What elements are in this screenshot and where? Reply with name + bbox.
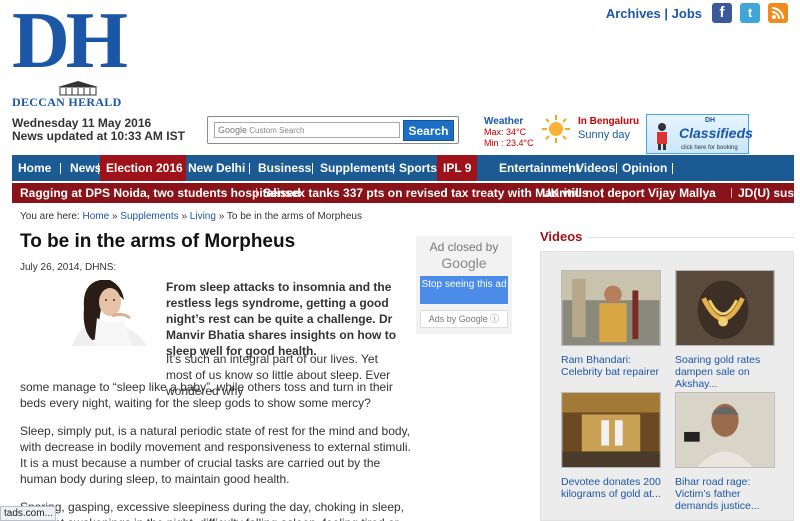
person-icon <box>657 123 667 150</box>
news-ticker: Ragging at DPS Noida, two students hospi… <box>12 183 794 203</box>
search-form: Google Custom Search Search <box>207 116 459 144</box>
video-card[interactable]: Bihar road rage: Victim’s father demands… <box>669 392 781 512</box>
weather-max: Max: 34°C <box>484 127 527 137</box>
city-name: In Bengaluru <box>578 116 640 127</box>
top-links: Archives | Jobs <box>606 6 702 21</box>
ticker-divider <box>256 188 257 198</box>
nav-supplements[interactable]: Supplements <box>314 155 401 181</box>
nav-divider <box>60 163 61 174</box>
video-thumbnail[interactable] <box>561 270 661 346</box>
classifieds-title: Classifieds <box>679 125 753 141</box>
video-caption[interactable]: Soaring gold rates dampen sale on Akshay… <box>675 354 783 390</box>
video-card[interactable]: Devotee donates 200 kilograms of gold at… <box>555 392 667 500</box>
video-thumbnail[interactable] <box>561 392 661 468</box>
weather-widget: Weather Max: 34°C Min : 23.4°C <box>484 116 534 149</box>
breadcrumb-sep: » <box>218 211 225 222</box>
nav-divider <box>98 163 99 174</box>
breadcrumb-prefix: You are here: <box>20 211 80 222</box>
ticker-item[interactable]: UK will not deport Vijay Mallya <box>542 183 716 203</box>
nav-divider <box>312 163 313 174</box>
breadcrumb: You are here: Home » Supplements » Livin… <box>20 211 362 222</box>
ticker-item[interactable]: Sensex tanks 337 pts on revised tax trea… <box>263 183 588 203</box>
breadcrumb-sep: » <box>111 211 118 222</box>
classifieds-cta: click here for booking <box>681 145 738 151</box>
article-paragraph: Sleep, simply put, is a natural periodic… <box>20 424 411 486</box>
video-caption[interactable]: Bihar road rage: Victim’s father demands… <box>675 476 783 512</box>
browser-status-bar: tads.com... <box>0 506 56 521</box>
weather-condition: Sunny day <box>578 129 630 141</box>
closed-ad: Ad closed by Google Stop seeing this ad … <box>416 236 512 334</box>
nav-ipl-9[interactable]: IPL 9 <box>437 155 477 181</box>
videos-divider <box>588 237 794 238</box>
video-card[interactable]: Soaring gold rates dampen sale on Akshay… <box>669 270 781 390</box>
main-nav: Home News Election 2016 New Delhi Busine… <box>12 155 794 181</box>
nav-divider <box>249 163 250 174</box>
videos-heading: Videos <box>540 229 583 244</box>
video-caption[interactable]: Ram Bhandari: Celebrity bat repairer <box>561 354 669 378</box>
ticker-divider <box>731 188 732 198</box>
breadcrumb-supplements[interactable]: Supplements <box>120 211 178 222</box>
video-caption[interactable]: Devotee donates 200 kilograms of gold at… <box>561 476 669 500</box>
logo-building-icon <box>58 81 98 96</box>
nav-videos[interactable]: Videos <box>570 155 621 181</box>
jobs-link[interactable]: Jobs <box>672 6 702 21</box>
ticker-item[interactable]: JD(U) suspends M <box>738 183 794 203</box>
classifieds-banner[interactable]: DH Classifieds click here for booking <box>646 114 753 154</box>
article-photo <box>52 278 162 346</box>
nav-opinion[interactable]: Opinion <box>616 155 673 181</box>
videos-panel: Ram Bhandari: Celebrity bat repairer Soa… <box>540 251 794 521</box>
search-placeholder: Custom Search <box>249 126 305 135</box>
nav-sports[interactable]: Sports <box>393 155 443 181</box>
logo-letters: DH <box>12 0 128 85</box>
update-time: News updated at 10:33 AM IST <box>12 129 185 143</box>
rss-icon[interactable] <box>768 3 788 23</box>
weather-min: Min : 23.4°C <box>484 138 534 148</box>
stop-seeing-ad-button[interactable]: Stop seeing this ad <box>420 276 508 304</box>
nav-home[interactable]: Home <box>12 155 57 181</box>
article-title: To be in the arms of Morpheus <box>20 231 296 252</box>
classifieds-brand: DH <box>705 117 716 124</box>
article-lead: From sleep attacks to insomnia and the r… <box>166 280 397 358</box>
ad-closed-label: Ad closed by <box>429 240 499 254</box>
ads-by-google-button[interactable]: Ads by Google ⓘ <box>420 310 508 328</box>
info-icon: ⓘ <box>490 314 500 324</box>
video-card[interactable]: Ram Bhandari: Celebrity bat repairer <box>555 270 667 378</box>
breadcrumb-sep: » <box>181 211 187 222</box>
ads-by-google-label: Ads by Google <box>428 314 488 324</box>
search-button[interactable]: Search <box>403 120 454 141</box>
nav-election-2016[interactable]: Election 2016 <box>100 155 186 181</box>
weather-label: Weather <box>484 116 524 127</box>
article-meta: July 26, 2014, DHNS: <box>20 262 117 273</box>
ad-google-label: Google <box>441 255 487 271</box>
date-block: Wednesday 11 May 2016 News updated at 10… <box>12 117 185 143</box>
breadcrumb-current: To be in the arms of Morpheus <box>226 211 362 222</box>
archives-link[interactable]: Archives <box>606 6 661 21</box>
ticker-item[interactable]: Ragging at DPS Noida, two students hospi… <box>20 183 301 203</box>
nav-new-delhi[interactable]: New Delhi <box>182 155 251 181</box>
logo-name: DECCAN HERALD <box>12 95 122 109</box>
site-logo[interactable]: DH DECCAN HERALD <box>12 0 132 109</box>
link-separator: | <box>664 6 669 21</box>
search-input[interactable]: Google Custom Search <box>214 122 400 138</box>
google-label: Google <box>218 125 248 135</box>
city-weather: In Bengaluru Sunny day <box>578 116 639 141</box>
sun-icon <box>542 115 570 143</box>
article-paragraph: some manage to “sleep like a baby”, whil… <box>20 380 393 410</box>
video-thumbnail[interactable] <box>675 392 775 468</box>
twitter-icon[interactable]: t <box>740 3 760 23</box>
facebook-icon[interactable]: f <box>712 3 732 23</box>
rss-glyph-icon <box>771 7 784 20</box>
breadcrumb-living[interactable]: Living <box>190 211 216 222</box>
breadcrumb-home[interactable]: Home <box>82 211 109 222</box>
nav-divider <box>672 163 673 174</box>
nav-business[interactable]: Business <box>252 155 317 181</box>
video-thumbnail[interactable] <box>675 270 775 346</box>
article-paragraph: Snoring, gasping, excessive sleepiness d… <box>20 500 405 521</box>
